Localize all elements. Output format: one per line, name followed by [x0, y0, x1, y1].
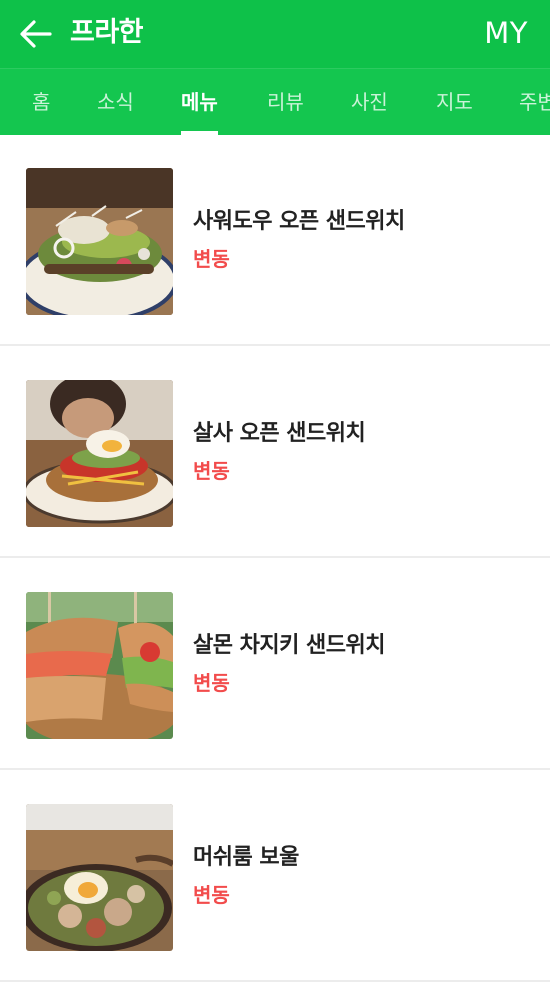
menu-item-price: 변동: [193, 671, 230, 695]
tab-map[interactable]: 지도: [436, 69, 473, 135]
menu-list: 사워도우 오픈 샌드위치 변동 살사 오픈 샌드위치 변동 살몬 차지키 샌드위…: [0, 134, 550, 982]
menu-item-price: 변동: [193, 459, 230, 483]
back-button[interactable]: [14, 12, 58, 56]
menu-item-name: 살사 오픈 샌드위치: [193, 421, 366, 446]
tab-nearby[interactable]: 주변: [519, 69, 550, 135]
menu-item-photo: [26, 380, 173, 527]
tab-photo[interactable]: 사진: [351, 69, 388, 135]
menu-item-name: 사워도우 오픈 샌드위치: [193, 209, 405, 234]
menu-item-photo: [26, 168, 173, 315]
tab-bar: 홈 소식 메뉴 리뷰 사진 지도 주변: [0, 68, 550, 135]
menu-item[interactable]: 살몬 차지키 샌드위치 변동: [0, 558, 550, 770]
menu-item[interactable]: 사워도우 오픈 샌드위치 변동: [0, 134, 550, 346]
menu-item-price: 변동: [193, 247, 230, 271]
app-bar: 프라한 MY: [0, 0, 550, 68]
tab-menu-label: 메뉴: [181, 90, 218, 114]
tab-menu[interactable]: 메뉴: [181, 69, 218, 135]
menu-item-photo: [26, 804, 173, 951]
menu-item[interactable]: 머쉬룸 보울 변동: [0, 770, 550, 982]
my-button[interactable]: MY: [484, 13, 528, 53]
menu-item-photo: [26, 592, 173, 739]
tab-news[interactable]: 소식: [97, 69, 134, 135]
menu-item[interactable]: 살사 오픈 샌드위치 변동: [0, 346, 550, 558]
menu-item-name: 머쉬룸 보울: [193, 845, 299, 870]
tab-home[interactable]: 홈: [32, 69, 50, 135]
page-title: 프라한: [70, 17, 144, 48]
tab-review[interactable]: 리뷰: [267, 69, 304, 135]
back-arrow-icon: [20, 20, 52, 48]
menu-item-price: 변동: [193, 883, 230, 907]
menu-item-name: 살몬 차지키 샌드위치: [193, 633, 385, 658]
